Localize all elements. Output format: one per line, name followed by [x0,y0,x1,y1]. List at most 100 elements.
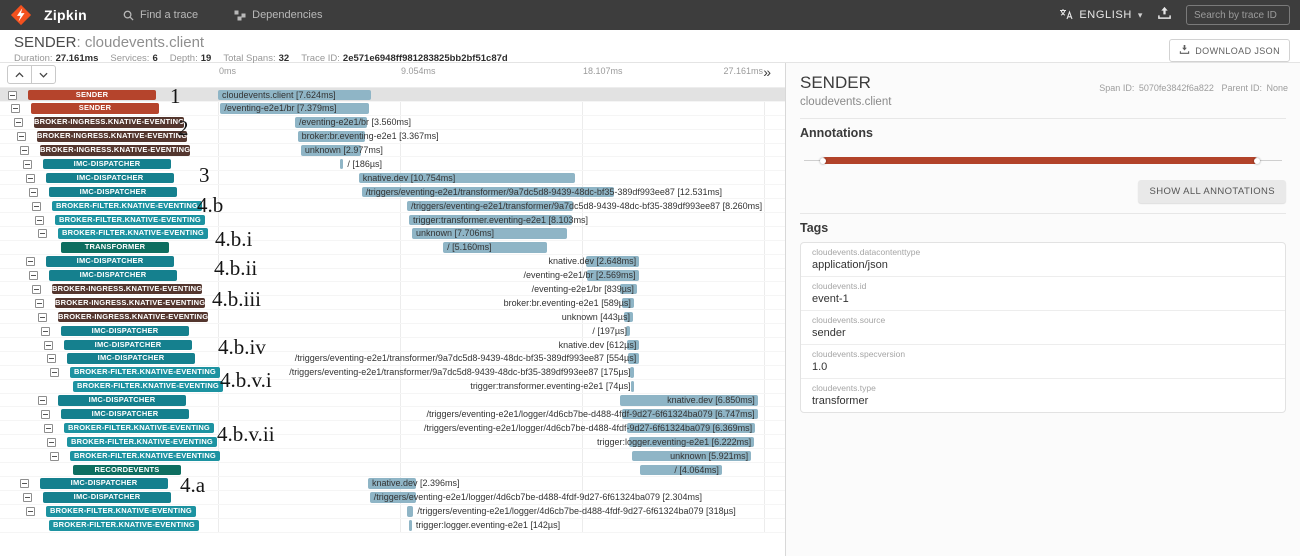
expander-icon[interactable] [26,174,35,183]
expander-icon[interactable] [20,479,29,488]
expander-icon[interactable] [47,354,56,363]
span-bar[interactable] [586,256,639,267]
span-bar[interactable] [628,353,639,364]
span-bar[interactable] [622,409,758,420]
trace-row[interactable]: IMC-DISPATCHER/triggers/eventing-e2e1/tr… [0,352,785,366]
download-json-button[interactable]: DOWNLOAD JSON [1169,39,1290,62]
trace-row[interactable]: BROKER-INGRESS.KNATIVE-EVENTING/eventing… [0,116,785,130]
span-bar[interactable] [632,451,751,462]
span-bar[interactable] [620,395,758,406]
nav-dependencies[interactable]: Dependencies [234,9,322,21]
trace-row[interactable]: SENDER/eventing-e2e1/br [7.379ms] [0,102,785,116]
trace-row[interactable]: BROKER-INGRESS.KNATIVE-EVENTINGunknown [… [0,144,785,158]
expander-icon[interactable] [26,507,35,516]
expander-icon[interactable] [38,313,47,322]
expander-icon[interactable] [38,229,47,238]
span-bar[interactable] [218,90,371,101]
expander-icon[interactable] [26,257,35,266]
expander-icon[interactable] [41,327,50,336]
span-bar[interactable] [409,520,412,531]
trace-row[interactable]: BROKER-INGRESS.KNATIVE-EVENTINGbroker:br… [0,296,785,310]
trace-row[interactable]: IMC-DISPATCHERknative.dev [612µs] [0,338,785,352]
span-bar[interactable] [409,215,572,226]
show-all-annotations-button[interactable]: SHOW ALL ANNOTATIONS [1138,180,1286,203]
trace-row[interactable]: BROKER-INGRESS.KNATIVE-EVENTINGunknown [… [0,310,785,324]
expander-icon[interactable] [20,146,29,155]
expander-icon[interactable] [11,104,20,113]
brand-name[interactable]: Zipkin [44,7,87,23]
span-bar[interactable] [298,131,366,142]
trace-row[interactable]: IMC-DISPATCHER/triggers/eventing-e2e1/tr… [0,185,785,199]
upload-icon[interactable] [1157,6,1172,25]
span-bar[interactable] [627,340,639,351]
trace-row[interactable]: IMC-DISPATCHERknative.dev [2.396ms] [0,477,785,491]
expander-icon[interactable] [35,299,44,308]
trace-row[interactable]: SENDERcloudevents.client [7.624ms] [0,88,785,102]
expander-icon[interactable] [32,285,41,294]
trace-row[interactable]: IMC-DISPATCHER/ [197µs] [0,324,785,338]
span-bar[interactable] [359,173,575,184]
trace-row[interactable]: BROKER-INGRESS.KNATIVE-EVENTINGbroker:br… [0,130,785,144]
trace-row[interactable]: IMC-DISPATCHER/triggers/eventing-e2e1/lo… [0,491,785,505]
span-bar[interactable] [301,145,361,156]
expander-icon[interactable] [23,493,32,502]
span-bar[interactable] [622,298,634,309]
span-bar[interactable] [220,103,368,114]
expander-icon[interactable] [29,271,38,280]
nav-find-a-trace[interactable]: Find a trace [123,9,198,21]
trace-row[interactable]: BROKER-FILTER.KNATIVE-EVENTINGtrigger:tr… [0,213,785,227]
annotation-end-handle[interactable] [1254,158,1260,164]
span-bar[interactable] [587,270,639,281]
span-bar[interactable] [630,367,634,378]
trace-row[interactable]: BROKER-FILTER.KNATIVE-EVENTINGunknown [5… [0,449,785,463]
span-bar[interactable] [631,381,634,392]
trace-row[interactable]: TRANSFORMER/ [5.160ms] [0,241,785,255]
span-bar[interactable] [370,492,416,503]
language-selector[interactable]: ENGLISH ▾ [1059,8,1143,23]
expander-icon[interactable] [8,91,17,100]
trace-row[interactable]: BROKER-FILTER.KNATIVE-EVENTING/triggers/… [0,505,785,519]
trace-row[interactable]: IMC-DISPATCHERknative.dev [10.754ms] [0,171,785,185]
trace-row[interactable]: BROKER-FILTER.KNATIVE-EVENTINGunknown [7… [0,227,785,241]
expander-icon[interactable] [50,368,59,377]
span-bar[interactable] [620,284,637,295]
span-bar[interactable] [295,117,367,128]
trace-row[interactable]: BROKER-INGRESS.KNATIVE-EVENTING/eventing… [0,282,785,296]
span-bar[interactable] [443,242,547,253]
expander-icon[interactable] [41,410,50,419]
trace-row[interactable]: BROKER-FILTER.KNATIVE-EVENTINGtrigger:lo… [0,435,785,449]
search-by-trace-id-input[interactable] [1186,5,1290,25]
trace-row[interactable]: BROKER-FILTER.KNATIVE-EVENTINGtrigger:lo… [0,519,785,533]
span-bar[interactable] [340,159,344,170]
span-bar[interactable] [407,201,573,212]
expander-icon[interactable] [50,452,59,461]
trace-row[interactable]: IMC-DISPATCHERknative.dev [2.648ms] [0,255,785,269]
trace-row[interactable]: BROKER-FILTER.KNATIVE-EVENTING/triggers/… [0,366,785,380]
span-bar[interactable] [627,423,755,434]
expander-icon[interactable] [47,438,56,447]
expander-icon[interactable] [35,216,44,225]
trace-row[interactable]: IMC-DISPATCHER/eventing-e2e1/br [2.569ms… [0,269,785,283]
trace-row[interactable]: IMC-DISPATCHERknative.dev [6.850ms] [0,394,785,408]
trace-row[interactable]: IMC-DISPATCHER/triggers/eventing-e2e1/lo… [0,407,785,421]
span-bar[interactable] [624,312,633,323]
trace-row[interactable]: BROKER-FILTER.KNATIVE-EVENTING/triggers/… [0,421,785,435]
span-bar[interactable] [362,187,614,198]
expander-icon[interactable] [14,118,23,127]
expander-icon[interactable] [23,160,32,169]
expander-icon[interactable] [44,341,53,350]
span-bar[interactable] [412,228,567,239]
span-bar[interactable] [368,478,416,489]
span-bar[interactable] [407,506,413,517]
annotation-start-handle[interactable] [820,158,826,164]
trace-row[interactable]: IMC-DISPATCHER/ [186µs] [0,157,785,171]
trace-row[interactable]: RECORDEVENTS/ [4.064ms] [0,463,785,477]
expander-icon[interactable] [44,424,53,433]
expander-icon[interactable] [17,132,26,141]
expander-icon[interactable] [32,202,41,211]
zipkin-logo-icon[interactable] [10,4,32,26]
trace-row[interactable]: BROKER-FILTER.KNATIVE-EVENTING/triggers/… [0,199,785,213]
span-bar[interactable] [640,465,722,476]
span-bar[interactable] [629,437,754,448]
expander-icon[interactable] [38,396,47,405]
